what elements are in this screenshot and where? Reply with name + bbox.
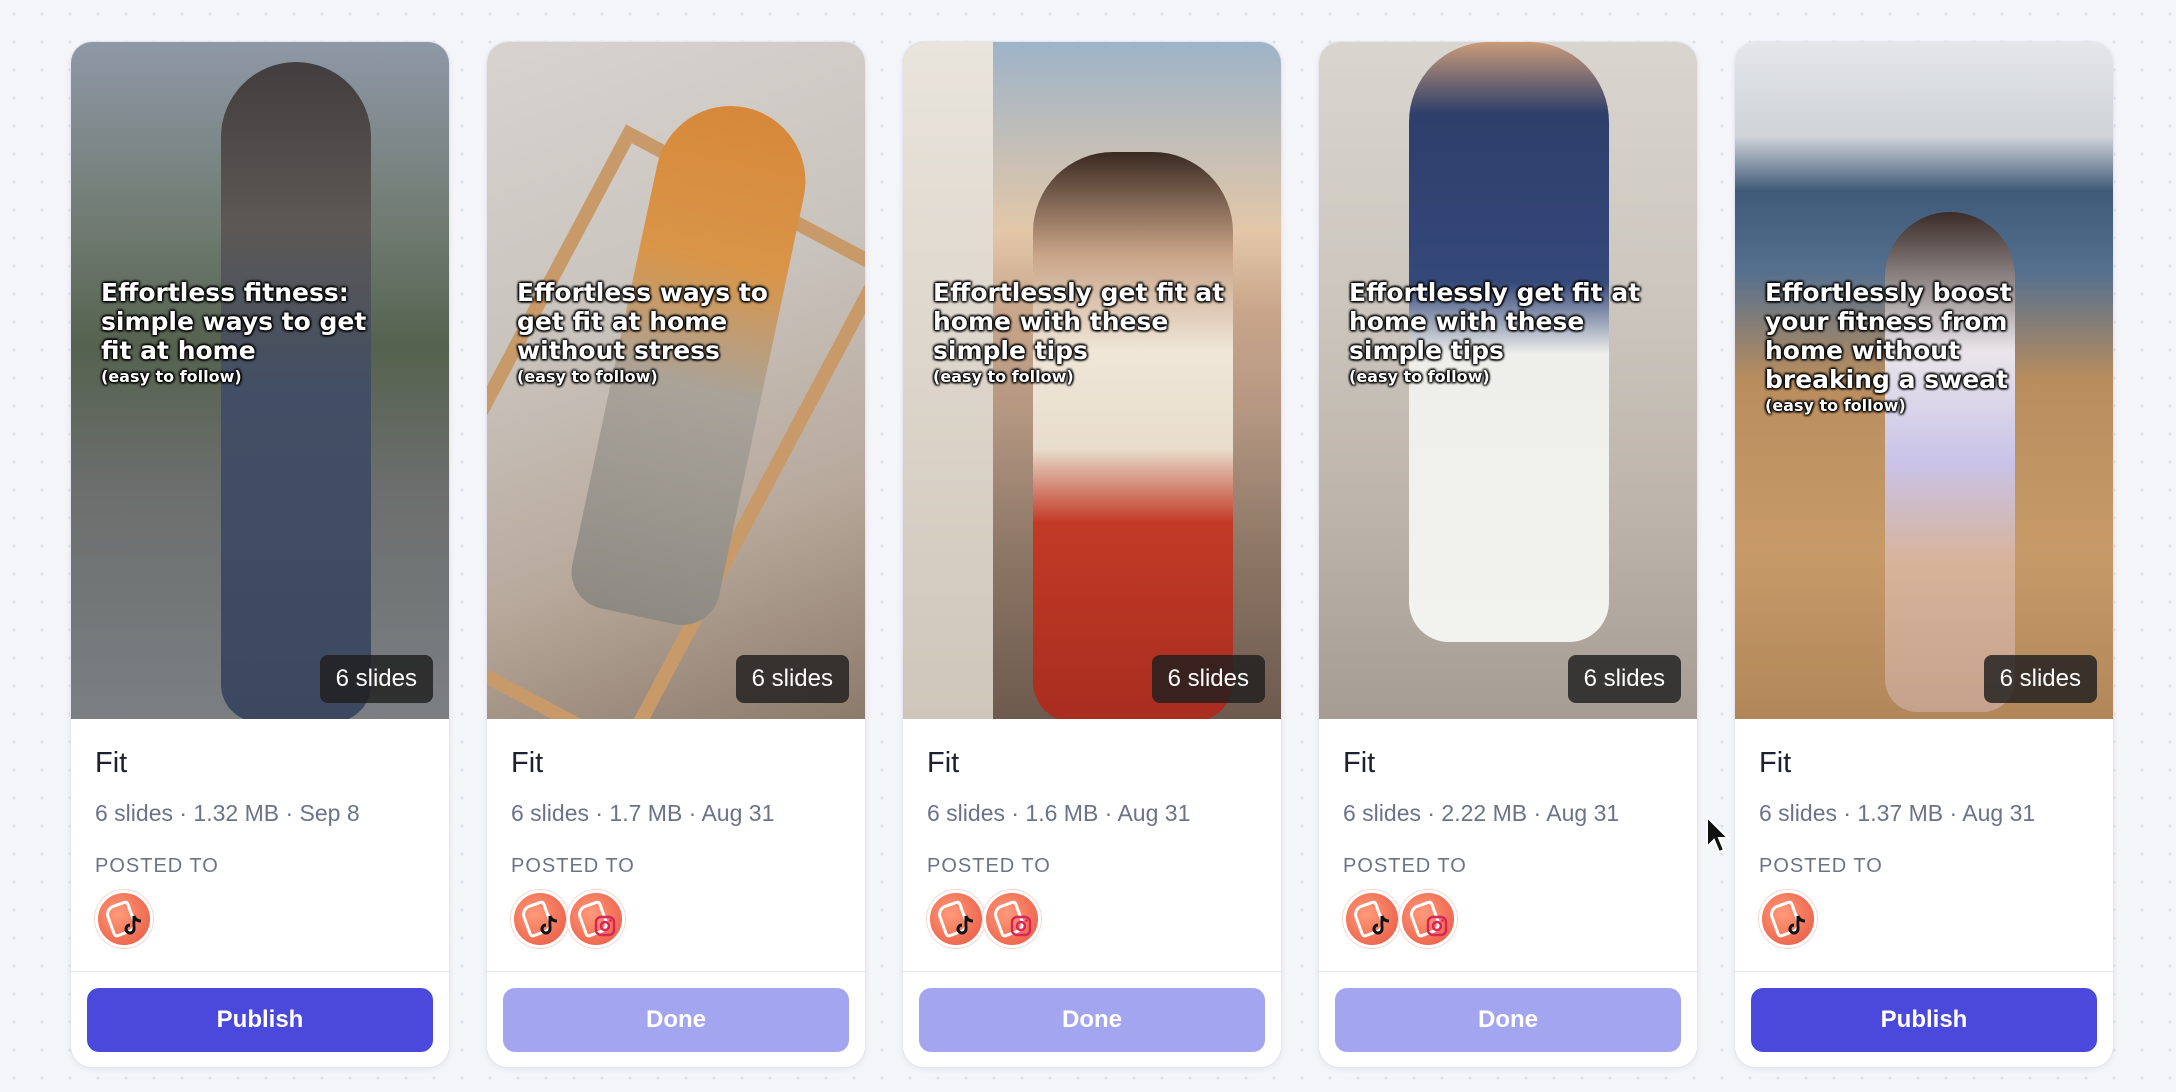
card-meta: 6 slides · 2.22 MB · Aug 31 <box>1343 800 1620 826</box>
tiktok-account-avatar[interactable] <box>1343 890 1401 948</box>
overlay-caption: Effortlessly boost your fitness from hom… <box>1765 278 2012 415</box>
publish-button[interactable]: Publish <box>87 988 433 1052</box>
slideshow-card[interactable]: Effortless fitness: simple ways to get f… <box>70 41 450 1068</box>
person-figure <box>1033 152 1233 719</box>
instagram-icon <box>1424 913 1450 939</box>
card-title: Fit <box>1343 747 1376 779</box>
slide-count-badge: 6 slides <box>1567 655 1681 703</box>
posted-accounts <box>927 890 1257 948</box>
tiktok-account-avatar[interactable] <box>1759 890 1817 948</box>
instagram-account-avatar[interactable] <box>567 890 625 948</box>
person-figure <box>221 62 371 719</box>
posted-accounts <box>1343 890 1673 948</box>
tiktok-icon <box>120 913 146 939</box>
slideshow-thumbnail[interactable]: Effortlessly get fit at home with these … <box>903 42 1281 719</box>
overlay-caption: Effortless fitness: simple ways to get f… <box>101 278 367 386</box>
posted-accounts <box>511 890 841 948</box>
card-meta: 6 slides · 1.32 MB · Sep 8 <box>95 800 360 826</box>
slideshow-thumbnail[interactable]: Effortless fitness: simple ways to get f… <box>71 42 449 719</box>
card-title: Fit <box>95 747 128 779</box>
card-title: Fit <box>511 747 544 779</box>
instagram-account-avatar[interactable] <box>983 890 1041 948</box>
instagram-account-avatar[interactable] <box>1399 890 1457 948</box>
slideshow-card[interactable]: Effortlessly get fit at home with these … <box>1318 41 1698 1068</box>
tiktok-account-avatar[interactable] <box>927 890 985 948</box>
slide-count-badge: 6 slides <box>319 655 433 703</box>
card-title: Fit <box>927 747 960 779</box>
slide-count-badge: 6 slides <box>735 655 849 703</box>
card-meta: 6 slides · 1.7 MB · Aug 31 <box>511 800 775 826</box>
tiktok-icon <box>952 913 978 939</box>
slideshow-grid: Effortless fitness: simple ways to get f… <box>70 41 2114 1068</box>
instagram-icon <box>592 913 618 939</box>
tiktok-icon <box>1368 913 1394 939</box>
posted-to-label: POSTED TO <box>1343 855 1467 877</box>
mouse-cursor-icon <box>1706 815 1731 854</box>
slideshow-thumbnail[interactable]: Effortlessly get fit at home with these … <box>1319 42 1697 719</box>
card-meta: 6 slides · 1.6 MB · Aug 31 <box>927 800 1191 826</box>
done-button[interactable]: Done <box>919 988 1265 1052</box>
done-button[interactable]: Done <box>1335 988 1681 1052</box>
slideshow-card[interactable]: Effortlessly boost your fitness from hom… <box>1734 41 2114 1068</box>
slideshow-thumbnail[interactable]: Effortlessly boost your fitness from hom… <box>1735 42 2113 719</box>
slideshow-card[interactable]: Effortlessly get fit at home with these … <box>902 41 1282 1068</box>
posted-to-label: POSTED TO <box>95 855 219 877</box>
posted-to-label: POSTED TO <box>1759 855 1883 877</box>
tiktok-account-avatar[interactable] <box>95 890 153 948</box>
slide-count-badge: 6 slides <box>1151 655 1265 703</box>
posted-to-label: POSTED TO <box>511 855 635 877</box>
publish-button[interactable]: Publish <box>1751 988 2097 1052</box>
tiktok-icon <box>1784 913 1810 939</box>
card-title: Fit <box>1759 747 1792 779</box>
overlay-caption: Effortlessly get fit at home with these … <box>933 278 1225 386</box>
slide-count-badge: 6 slides <box>1983 655 2097 703</box>
overlay-caption: Effortless ways to get fit at home witho… <box>517 278 768 386</box>
slideshow-thumbnail[interactable]: Effortless ways to get fit at home witho… <box>487 42 865 719</box>
instagram-icon <box>1008 913 1034 939</box>
slideshow-card[interactable]: Effortless ways to get fit at home witho… <box>486 41 866 1068</box>
tiktok-icon <box>536 913 562 939</box>
card-meta: 6 slides · 1.37 MB · Aug 31 <box>1759 800 2036 826</box>
overlay-caption: Effortlessly get fit at home with these … <box>1349 278 1641 386</box>
done-button[interactable]: Done <box>503 988 849 1052</box>
posted-accounts <box>95 890 425 948</box>
posted-accounts <box>1759 890 2089 948</box>
posted-to-label: POSTED TO <box>927 855 1051 877</box>
tiktok-account-avatar[interactable] <box>511 890 569 948</box>
